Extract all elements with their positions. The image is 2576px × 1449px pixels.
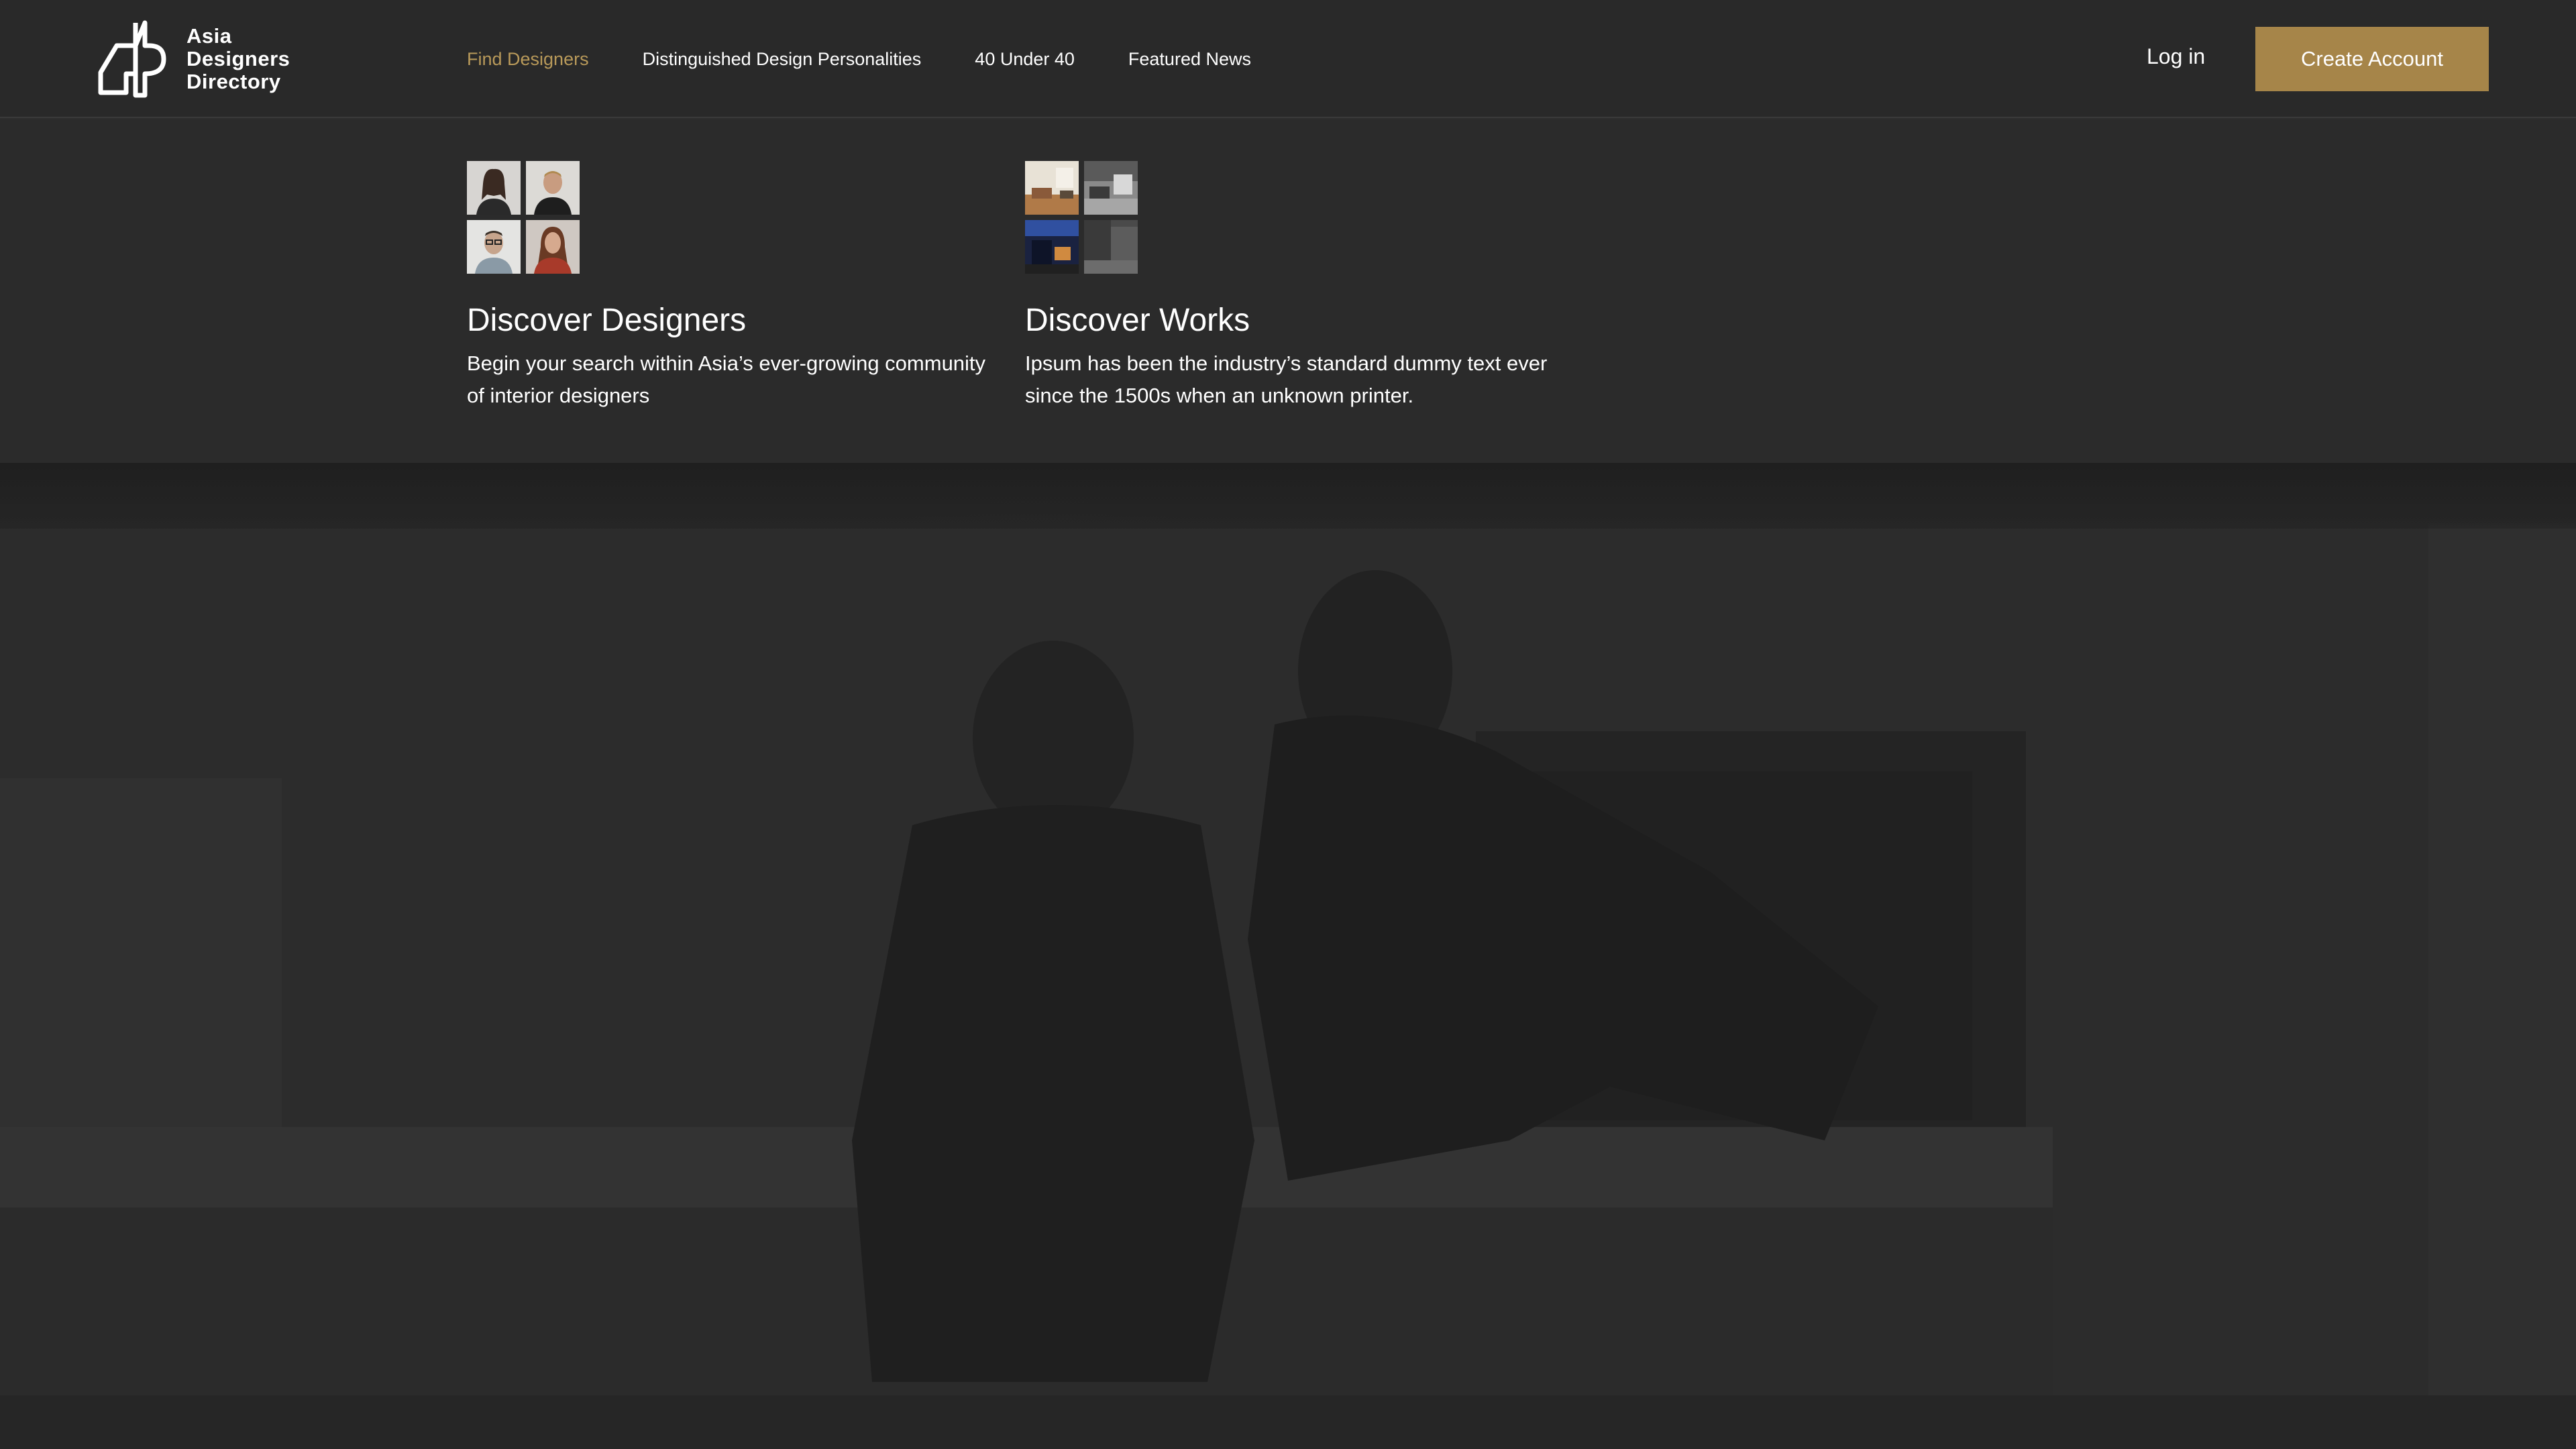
create-account-button[interactable]: Create Account <box>2255 27 2489 91</box>
nav-find-designers[interactable]: Find Designers <box>467 49 589 70</box>
brand-line-3: Directory <box>186 70 281 93</box>
dropdown-shadow-band <box>0 463 2576 529</box>
designer-portrait-thumbnail <box>526 220 580 274</box>
brand-name: Asia Designers Directory <box>186 25 290 93</box>
interior-work-thumbnail <box>1084 220 1138 274</box>
site-header: Asia Designers Directory Find Designers … <box>0 0 2576 118</box>
designer-portrait-thumbnail <box>467 220 521 274</box>
discover-works-title: Discover Works <box>1025 303 1250 338</box>
find-designers-dropdown: Discover Designers Begin your search wit… <box>0 119 2576 463</box>
interior-work-thumbnail <box>1025 161 1079 215</box>
designer-portrait-grid <box>467 161 580 274</box>
discover-designers-title: Discover Designers <box>467 303 747 338</box>
login-link[interactable]: Log in <box>2147 44 2205 69</box>
nav-40-under-40[interactable]: 40 Under 40 <box>975 49 1075 70</box>
discover-designers-card[interactable]: Discover Designers Begin your search wit… <box>467 161 1017 412</box>
discover-works-description: Ipsum has been the industry’s standard d… <box>1025 352 1548 407</box>
interior-work-thumbnail <box>1025 220 1079 274</box>
designer-portrait-thumbnail <box>467 161 521 215</box>
nav-distinguished-design-personalities[interactable]: Distinguished Design Personalities <box>643 49 922 70</box>
brand-logo[interactable]: Asia Designers Directory <box>97 20 290 98</box>
brand-line-1: Asia <box>186 24 232 48</box>
nav-featured-news[interactable]: Featured News <box>1128 49 1251 70</box>
brand-line-2: Designers <box>186 47 290 70</box>
adp-logo-icon <box>98 20 166 98</box>
discover-designers-description: Begin your search within Asia’s ever-gro… <box>467 352 986 407</box>
works-image-grid <box>1025 161 1138 274</box>
interior-work-thumbnail <box>1084 161 1138 215</box>
designer-portrait-thumbnail <box>526 161 580 215</box>
discover-works-card[interactable]: Discover Works Ipsum has been the indust… <box>1025 161 1575 412</box>
main-nav: Find Designers Distinguished Design Pers… <box>467 0 1305 118</box>
